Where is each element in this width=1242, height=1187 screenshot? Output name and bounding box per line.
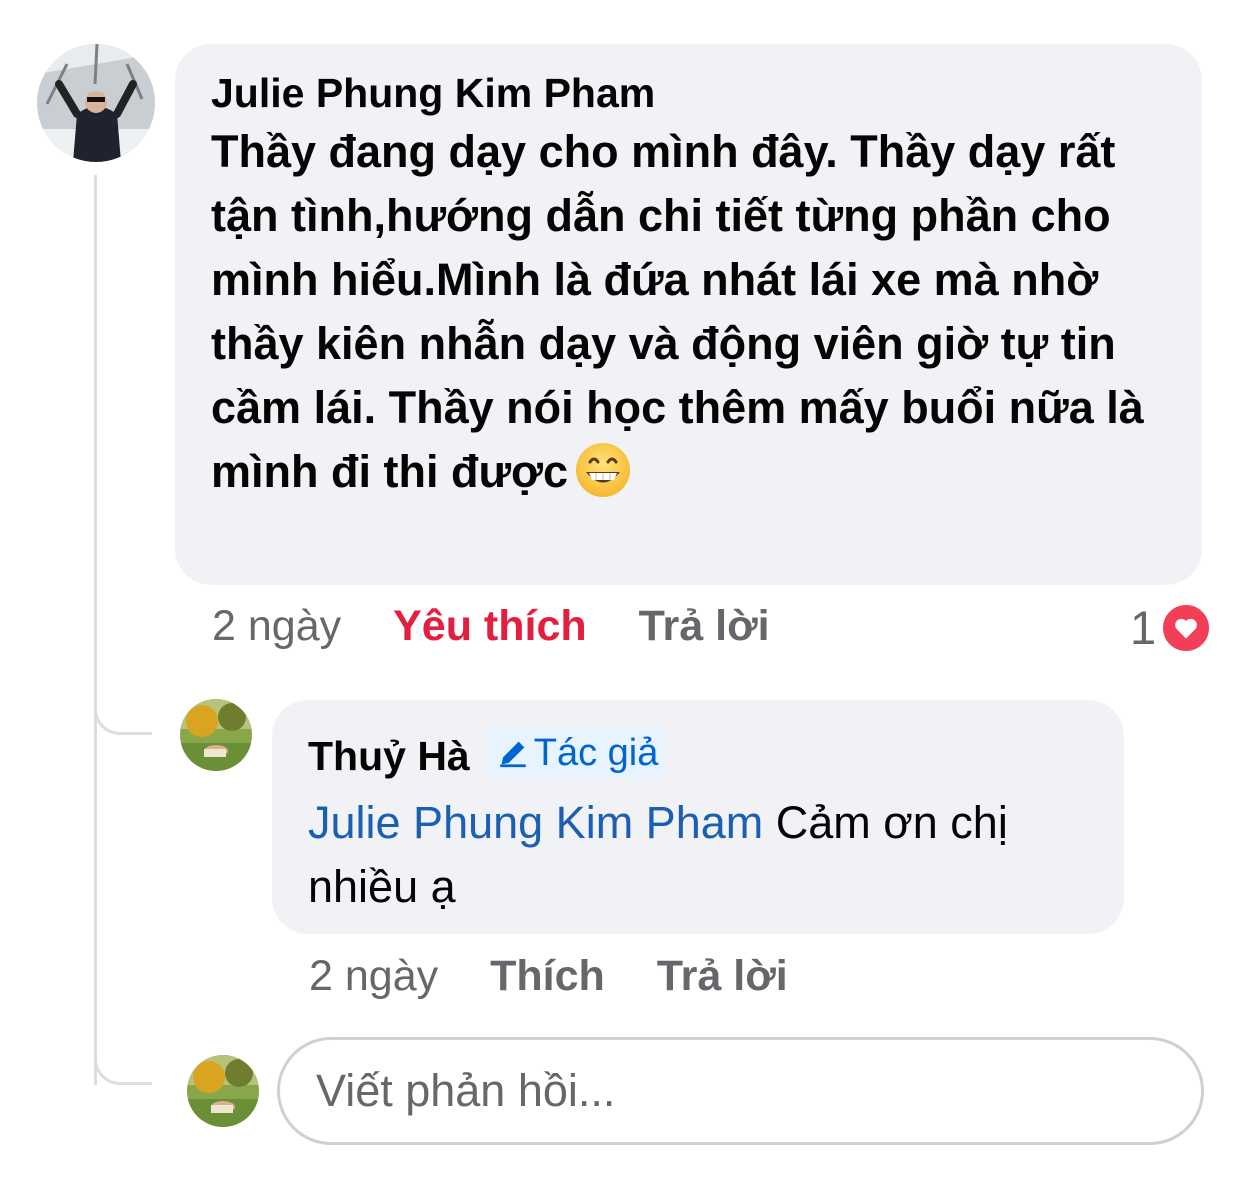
reply-like-button[interactable]: Thích — [490, 952, 605, 1001]
comment-reaction-summary[interactable]: 1 — [1130, 600, 1213, 655]
reply-reply-button[interactable]: Trả lời — [657, 952, 788, 1001]
reply-input[interactable] — [277, 1037, 1204, 1145]
comment-time[interactable]: 2 ngày — [212, 602, 341, 651]
pencil-icon — [500, 741, 526, 768]
reply-time[interactable]: 2 ngày — [309, 952, 438, 1001]
reply-actions: 2 ngày Thích Trả lời — [309, 952, 788, 1001]
reaction-count: 1 — [1130, 601, 1157, 654]
comment-reply-button[interactable]: Trả lời — [639, 602, 770, 651]
comment-author-name[interactable]: Julie Phung Kim Pham — [211, 68, 1166, 118]
comment-bubble: Julie Phung Kim Pham Thầy đang dạy cho m… — [175, 44, 1202, 585]
reply-text: Julie Phung Kim Pham Cảm ơn chị nhiều ạ — [308, 791, 1088, 919]
composer-branch-line — [94, 990, 152, 1085]
grinning-face-emoji — [574, 441, 632, 499]
comment-actions: 2 ngày Yêu thích Trả lời — [212, 602, 770, 651]
commenter-avatar[interactable] — [37, 44, 155, 162]
reply-branch-line — [94, 640, 152, 735]
composer-user-photo — [187, 1055, 259, 1127]
composer-avatar — [187, 1055, 259, 1127]
reply-mention-link[interactable]: Julie Phung Kim Pham — [308, 797, 763, 848]
reply-author-avatar[interactable] — [180, 699, 252, 771]
reply-author-name[interactable]: Thuỷ Hà — [308, 733, 470, 779]
commenter-photo — [37, 44, 155, 162]
comment-text: Thầy đang dạy cho mình đây. Thầy dạy rất… — [211, 120, 1166, 504]
comment-body: Thầy đang dạy cho mình đây. Thầy dạy rất… — [211, 126, 1144, 497]
reply-bubble: Thuỷ Hà Tác giả Julie Phung Kim Pham Cảm … — [272, 700, 1124, 934]
thread-line — [94, 175, 97, 1085]
comment-like-button[interactable]: Yêu thích — [393, 602, 587, 651]
reply-header: Thuỷ Hà Tác giả — [308, 728, 1088, 781]
heart-icon — [1160, 601, 1213, 654]
reply-author-photo — [180, 699, 252, 771]
author-badge-label: Tác giả — [533, 732, 659, 774]
author-badge: Tác giả — [487, 728, 665, 778]
